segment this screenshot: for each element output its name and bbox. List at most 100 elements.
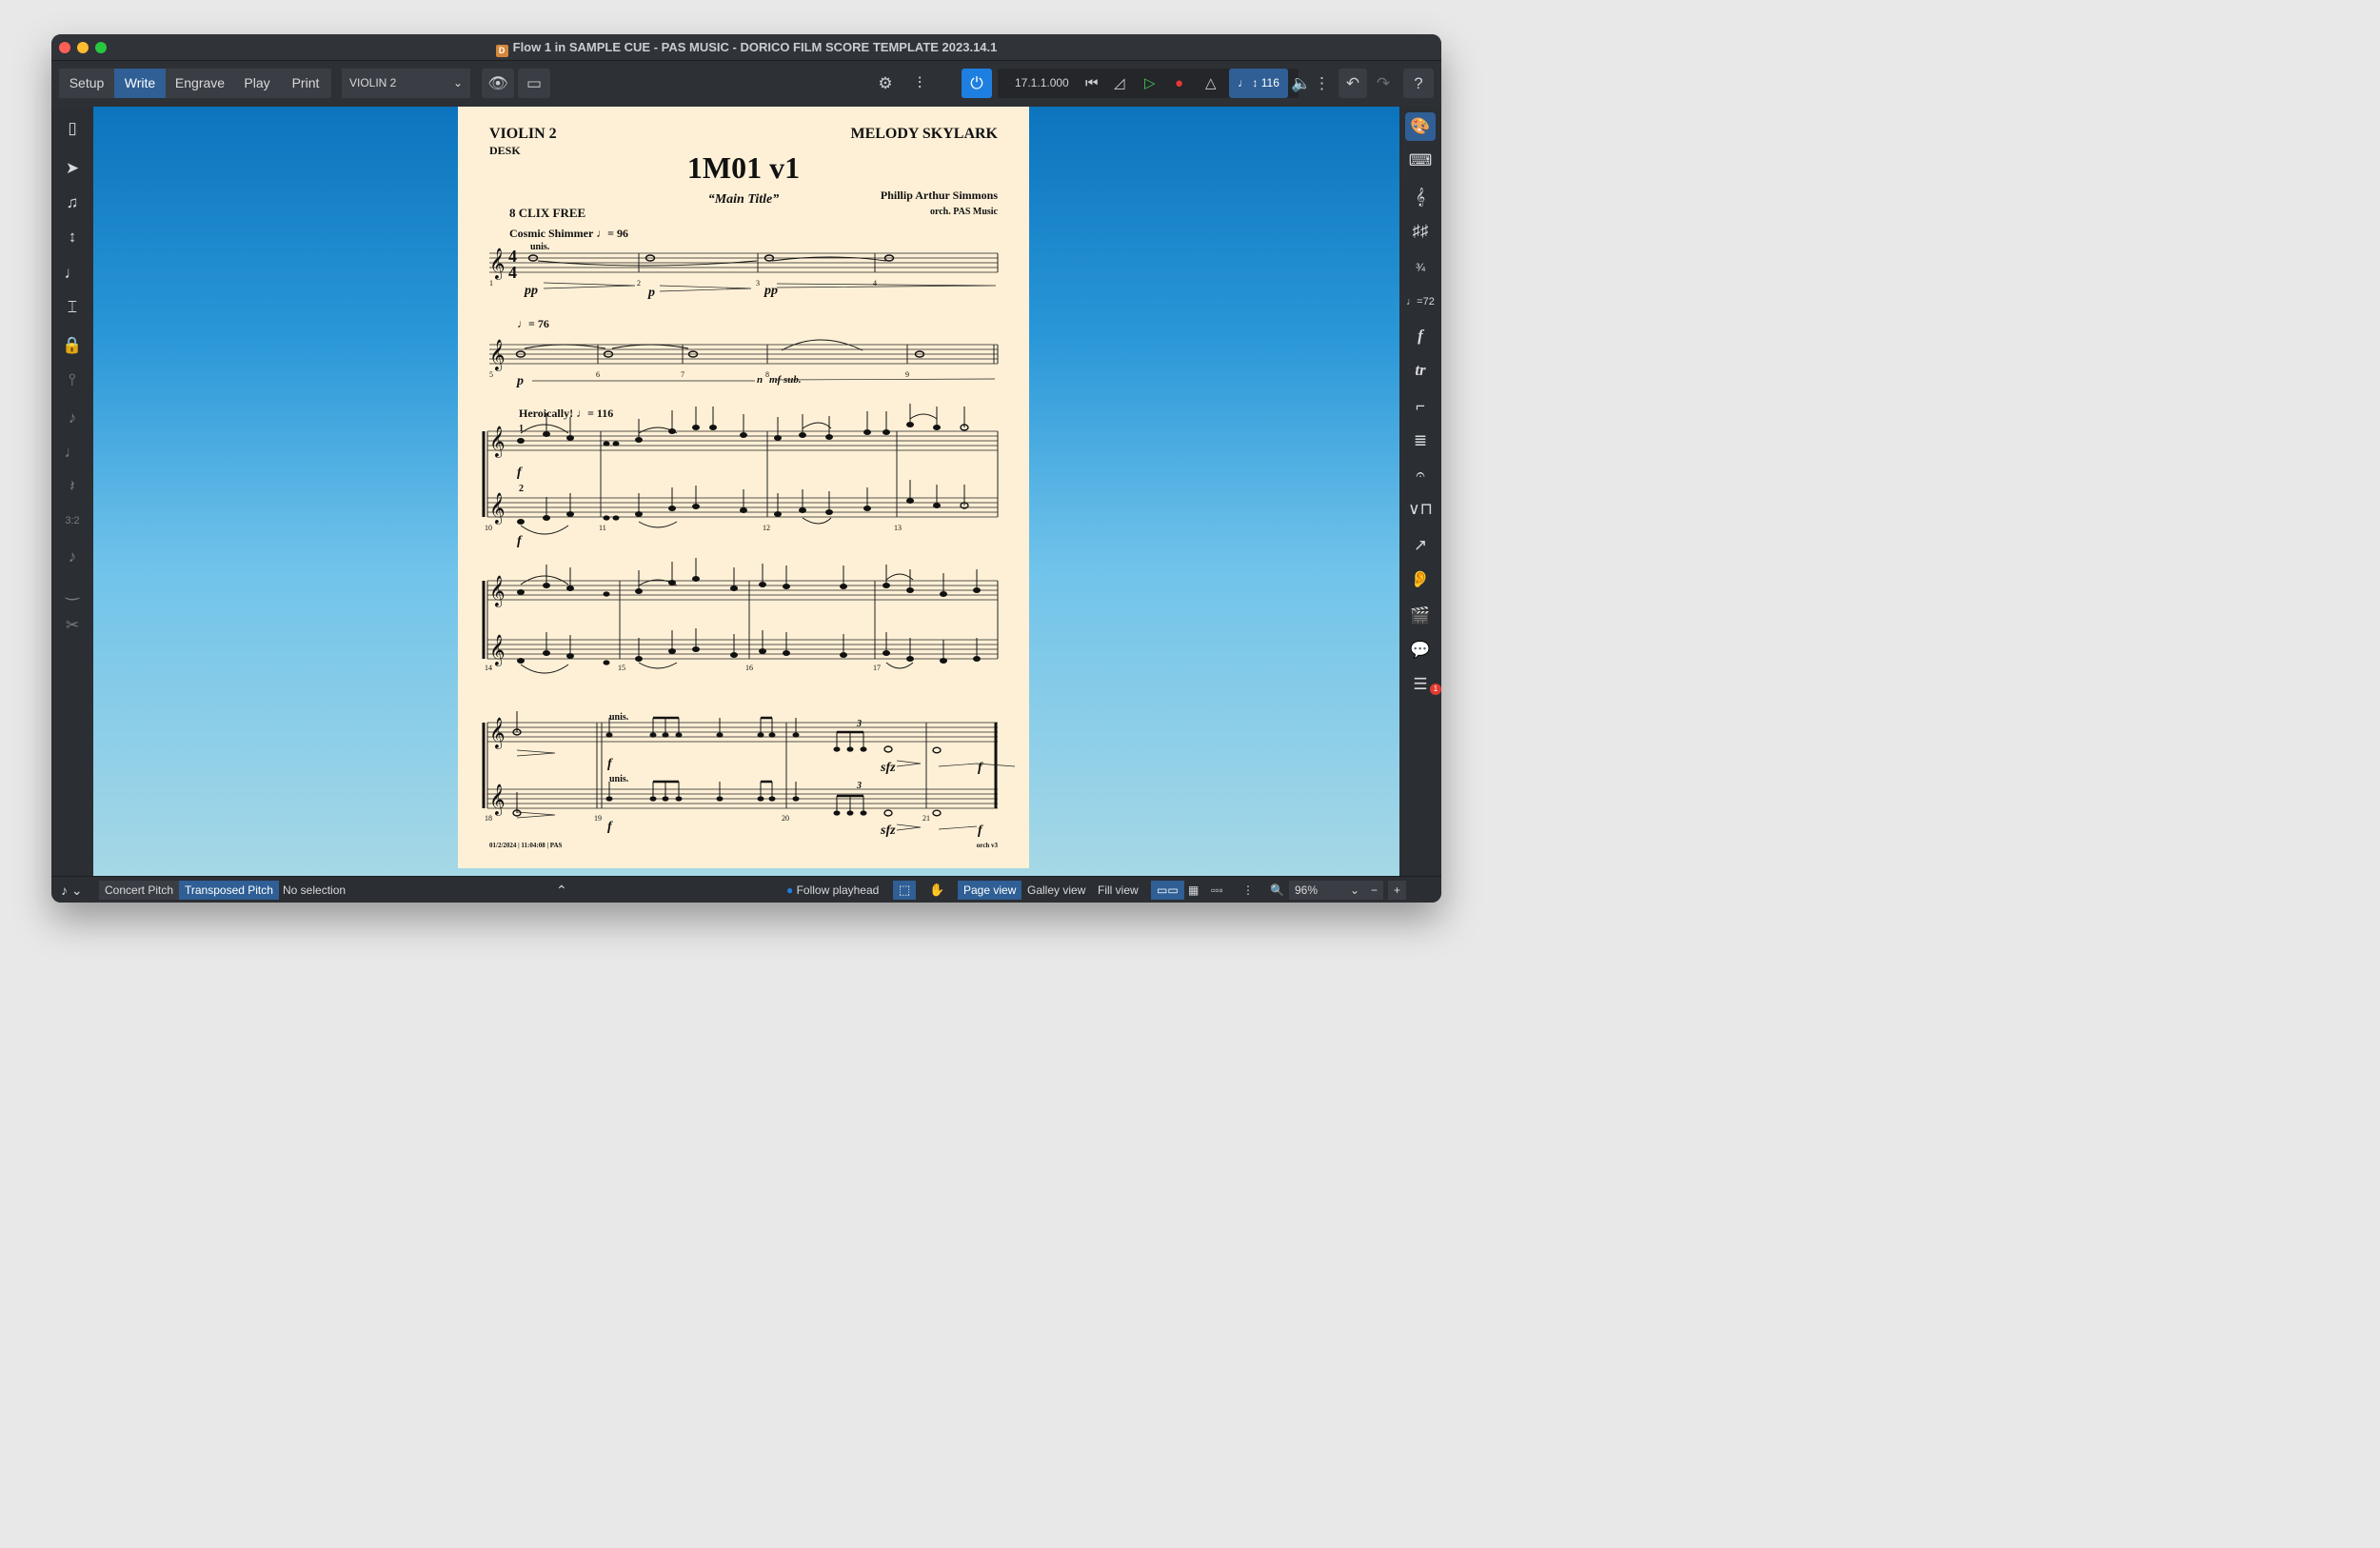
score-canvas[interactable]: VIOLIN 2 DESK MELODY SKYLARK 1M01 v1 “Ma… [93,107,1399,876]
film-reel-icon[interactable]: ⚙ [870,69,901,98]
notification-badge: 1 [1430,684,1441,695]
keyboard-icon[interactable]: ⌨ [1405,147,1436,175]
toggle-panel-icon[interactable]: ▯ [57,114,88,143]
svg-text:19: 19 [594,814,602,823]
galley-view-button[interactable]: Galley view [1021,881,1091,900]
dynamics-icon[interactable]: f [1405,322,1436,350]
note-input-options-icon[interactable]: ♪ ⌄ [55,881,89,900]
beams [653,716,863,798]
tasks-icon[interactable]: ☰ 1 [1405,670,1441,699]
select-arrow-icon[interactable]: ➤ [57,154,88,183]
record-icon[interactable]: ● [1175,69,1183,98]
tempo-icon[interactable]: ♩=72 [1405,288,1436,316]
toolbar: Setup Write Engrave Play Print VIOLIN 2 ⌄… [51,61,1441,107]
stems [516,404,978,813]
play-from-icon[interactable]: ◿ [1114,69,1125,98]
lock-icon[interactable]: 🔒 [57,331,88,360]
status-bar: ♪ ⌄ Concert Pitch Transposed Pitch No se… [51,876,1441,903]
volume-icon[interactable]: 🔈 [1289,69,1314,98]
footer-timestamp: 01/2/2024 | 11:04:08 | PAS [489,842,563,849]
more-icon[interactable]: ⋮ [1314,69,1330,98]
pages-vertical-icon[interactable]: ⋮ [1237,881,1259,900]
dynamic-pp-2: pp [764,284,778,298]
tie-icon[interactable]: ‿ [57,577,88,605]
layout-selector[interactable]: VIOLIN 2 ⌄ [342,69,470,98]
tab-setup[interactable]: Setup [59,69,114,98]
pages-grid-icon[interactable]: ▦ [1182,881,1204,900]
note-duration-icon[interactable]: ♩ [57,438,88,466]
pitch-edit-icon[interactable]: ↕ [57,223,88,251]
repeat-endings-icon[interactable]: ⌐ [1405,392,1436,421]
caret-icon[interactable]: ⫯ [57,366,88,394]
expand-lower-zone-icon[interactable]: ⌃ [550,881,573,900]
scissors-icon[interactable]: ✂ [57,611,88,640]
view-frame-icon[interactable]: ▭ [518,69,550,98]
spreads-horizontal-icon[interactable]: ▭▭ [1151,881,1184,900]
mixer-icon[interactable]: ⫶ [904,69,935,98]
toggle-dot-icon: ● [786,883,794,897]
thick-barlines [482,431,998,808]
help-icon[interactable]: ? [1403,69,1434,98]
redo-icon[interactable]: ↷ [1369,69,1398,98]
eye-icon[interactable]: 👁 [482,69,514,98]
svg-text:18: 18 [485,814,492,823]
dynamic-f-6: f [978,824,983,838]
page-view-button[interactable]: Page view [958,881,1022,900]
tab-write[interactable]: Write [114,69,166,98]
lines-icon[interactable]: ↗ [1405,531,1436,560]
play-icon[interactable]: ▷ [1144,69,1156,98]
undo-icon[interactable]: ↶ [1339,69,1367,98]
window-title: D Flow 1 in SAMPLE CUE - PAS MUSIC - DORI… [51,40,1441,57]
zoom-in-button[interactable]: + [1388,881,1407,900]
dynamic-f-3: f [607,757,613,771]
staff-lines [487,252,998,809]
follow-playhead-toggle[interactable]: ● Follow playhead [781,881,884,900]
tuplet-icon[interactable]: 3:2 [57,506,88,535]
tab-engrave[interactable]: Engrave [166,69,234,98]
svg-text:1: 1 [489,279,493,288]
tab-print[interactable]: Print [280,69,331,98]
insert-mode-icon[interactable]: ⌶ [57,293,88,322]
grace-note-icon[interactable]: ♪ [57,543,88,571]
ornaments-icon[interactable]: tr [1405,356,1436,385]
ear-icon[interactable]: 👂 [1405,566,1436,594]
pages-row-icon[interactable]: ▫▫▫ [1205,881,1229,900]
tempo-display[interactable]: ♩ ↕ 116 [1229,69,1288,98]
concert-pitch-button[interactable]: Concert Pitch [99,881,180,900]
transposed-pitch-button[interactable]: Transposed Pitch [179,881,279,900]
playing-techniques-icon[interactable]: ∨⊓ [1405,495,1436,524]
video-icon[interactable]: 🎬 [1405,602,1436,630]
svg-text:16: 16 [745,664,753,672]
zoom-select[interactable]: 96% ⌄ [1289,881,1365,900]
rest-icon[interactable]: 𝄽 [57,472,88,501]
svg-text:𝄞: 𝄞 [489,492,506,525]
fill-view-button[interactable]: Fill view [1092,881,1144,900]
tab-play[interactable]: Play [234,69,280,98]
note-add-icon[interactable]: ♪ [57,404,88,432]
bars-barlines-icon[interactable]: ≣ [1405,427,1436,455]
key-signature-icon[interactable]: ♯♯ [1405,217,1436,246]
note-input-icon[interactable]: ♫ [57,189,88,217]
zoom-out-button[interactable]: − [1365,881,1384,900]
chord-icon[interactable]: ♩ [57,259,88,288]
clef-icon[interactable]: 𝄞 [1405,183,1436,211]
dynamic-p-2: p [516,374,524,388]
rewind-icon[interactable]: ⏮ [1085,69,1099,98]
dorico-app-icon: D [495,45,508,57]
time-signature-icon[interactable]: ¾ [1405,253,1436,282]
svg-text:20: 20 [782,814,789,823]
holds-pauses-icon[interactable]: 𝄐 [1405,461,1436,489]
comments-icon[interactable]: 💬 [1405,636,1436,665]
power-icon[interactable]: ⏻ [962,69,992,98]
dynamic-niente: n [757,374,763,386]
half-notes [512,424,969,817]
dynamic-f-4: f [607,820,613,834]
hand-tool-icon[interactable]: ✋ [923,881,950,900]
marquee-select-icon[interactable]: ⬚ [893,881,917,900]
selection-status: No selection [283,883,347,897]
palette-icon[interactable]: 🎨 [1405,112,1436,141]
chevron-down-icon: ⌄ [1349,883,1359,897]
svg-text:13: 13 [894,524,902,532]
metronome-icon[interactable]: △ [1205,69,1217,98]
footer-version: orch v3 [976,842,998,849]
